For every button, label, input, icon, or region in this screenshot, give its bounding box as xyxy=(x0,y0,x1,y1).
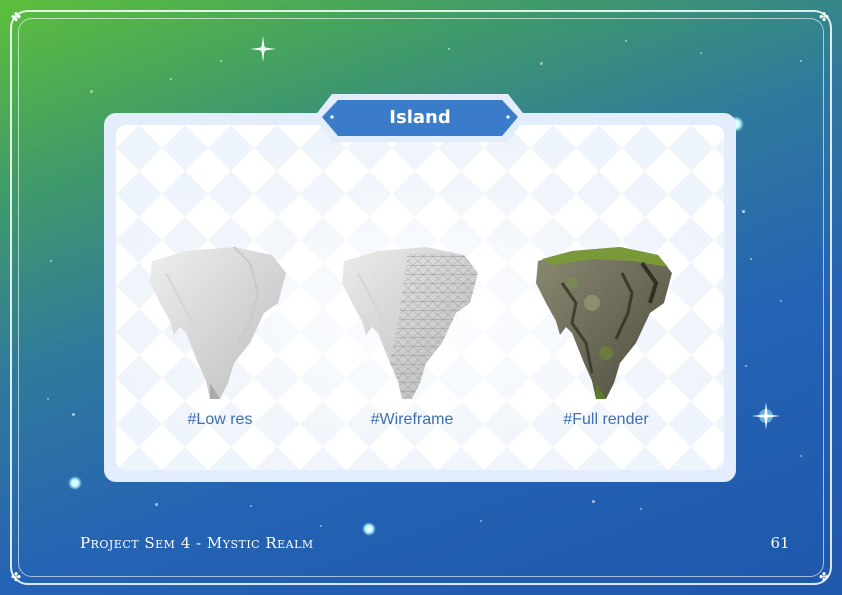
caption-wireframe: #Wireframe xyxy=(370,411,454,428)
clover-icon: ✤ xyxy=(11,570,22,584)
content-card-inner: #Low res #Wireframe #Full render xyxy=(116,125,724,470)
island-wireframe-image xyxy=(342,247,478,399)
page-number: 61 xyxy=(770,534,790,552)
footer-project-title: Project Sem 4 - Mystic Realm xyxy=(80,534,314,552)
caption-low-res: #Low res xyxy=(187,411,253,428)
island-full-render-image xyxy=(536,247,672,399)
page-title: Island xyxy=(389,106,451,128)
clover-icon: ✤ xyxy=(819,570,830,584)
clover-icon: ✤ xyxy=(819,10,830,24)
island-low-res-image xyxy=(150,246,286,399)
caption-full-render: #Full render xyxy=(563,411,649,428)
clover-icon: ✤ xyxy=(11,10,22,24)
content-card: #Low res #Wireframe #Full render xyxy=(104,113,736,482)
page-background: ✤ ✤ ✤ ✤ #Low res #Wireframe #Full render… xyxy=(0,0,842,595)
